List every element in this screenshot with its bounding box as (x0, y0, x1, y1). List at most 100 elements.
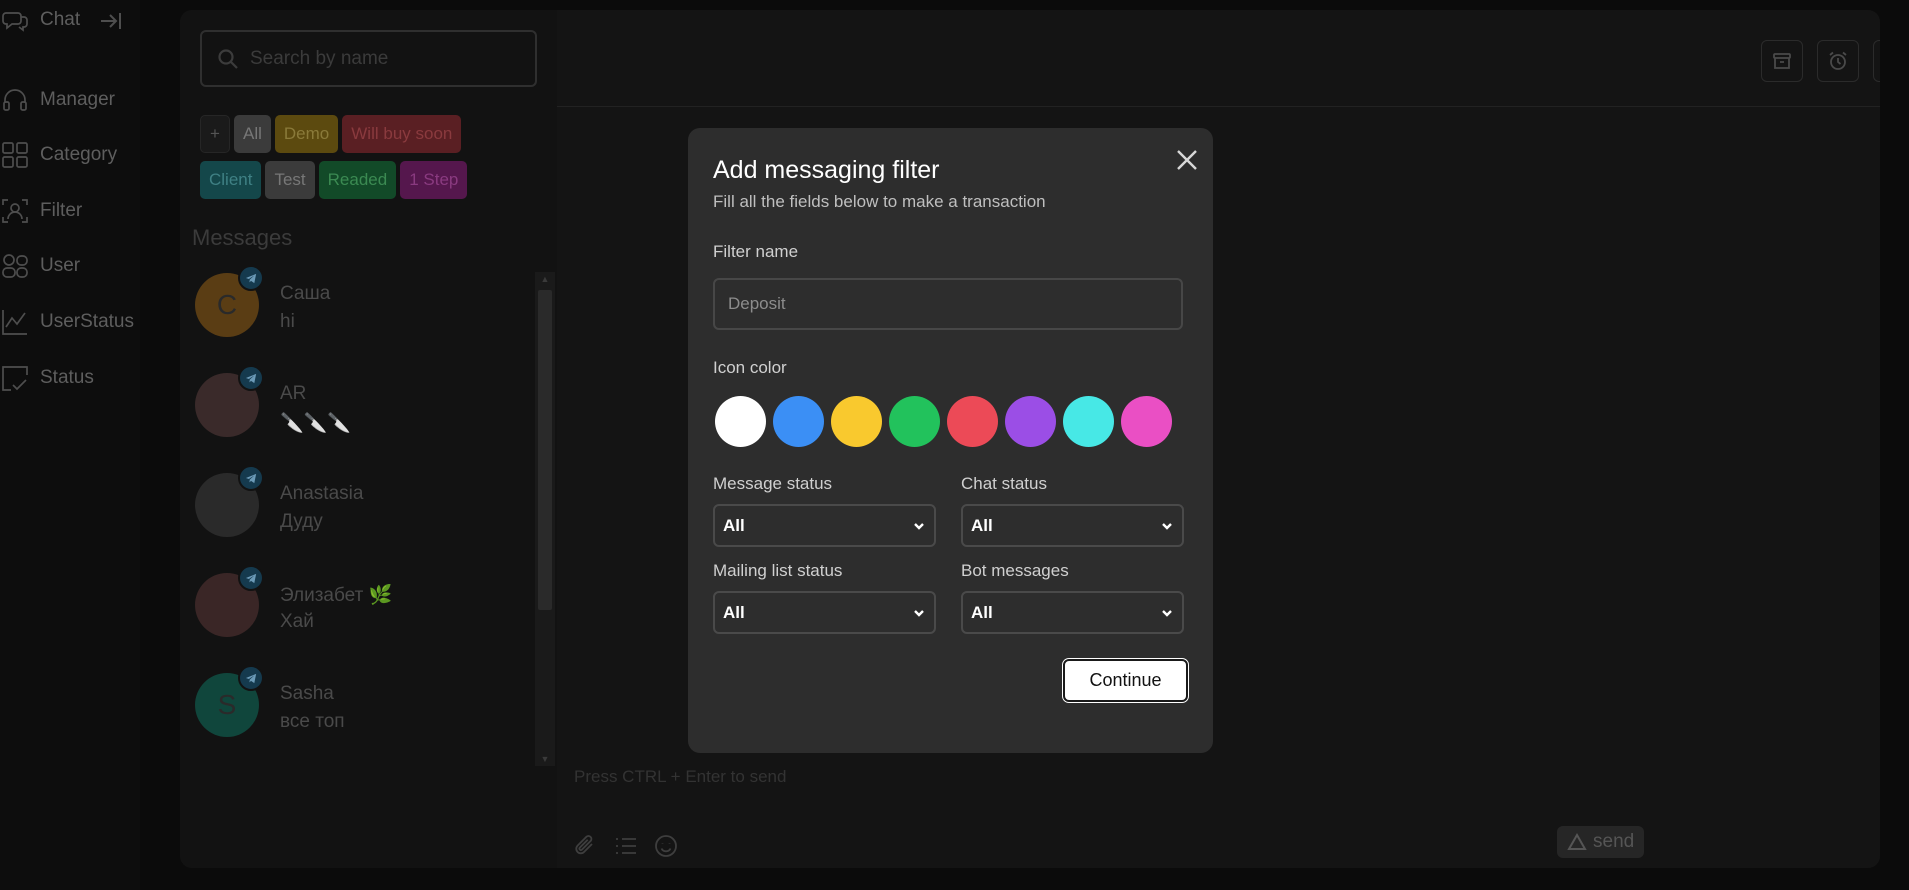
chat-status-value: All (971, 515, 993, 535)
alarm-clock-icon (1829, 51, 1847, 70)
scroll-up-arrow-icon[interactable]: ▲ (540, 274, 550, 284)
search-input[interactable] (250, 47, 510, 70)
tag-test[interactable]: Test (265, 161, 315, 199)
chat-list-item[interactable]: S Sasha все топ (180, 660, 533, 760)
header-divider (557, 106, 1880, 107)
chat-preview: 🔪🔪🔪 (280, 413, 351, 434)
chat-preview: hi (280, 311, 295, 332)
chat-list-item[interactable]: Элизабет 🌿 Хай (180, 560, 533, 660)
emoji-icon[interactable] (652, 832, 680, 860)
mailing-status-label: Mailing list status (713, 561, 843, 580)
telegram-badge (238, 665, 264, 691)
telegram-icon (245, 573, 256, 583)
chat-list-item[interactable]: Anastasia Дуду (180, 460, 533, 560)
users-icon (2, 254, 28, 278)
chat-list-item[interactable]: С Саша hi (180, 260, 533, 360)
paperclip-icon[interactable] (572, 832, 600, 860)
message-status-label: Message status (713, 474, 833, 493)
chat-list-scrollbar[interactable]: ▲ ▼ (535, 272, 555, 766)
messages-heading: Messages (192, 225, 293, 250)
color-swatch-purple[interactable] (1005, 396, 1056, 447)
avatar-initial: S (217, 689, 237, 720)
collapse-nav-button[interactable] (98, 8, 124, 39)
color-swatch-red[interactable] (947, 396, 998, 447)
tag-client[interactable]: Client (200, 161, 262, 199)
filter-name-input[interactable] (713, 278, 1183, 330)
nav-filter-label: Filter (40, 200, 83, 221)
tag-1-step[interactable]: 1 Step (400, 161, 468, 199)
telegram-badge (238, 265, 264, 291)
add-tag-button[interactable]: + (200, 115, 230, 153)
tag-demo[interactable]: Demo (274, 115, 339, 153)
grid-icon (2, 142, 28, 168)
nav-category-label: Category (40, 144, 118, 165)
nav-manager[interactable]: Manager (0, 82, 115, 118)
icon-color-picker (715, 396, 1172, 447)
headphones-icon (3, 89, 27, 111)
message-status-select[interactable]: All (713, 504, 936, 547)
nav-status[interactable]: Status (0, 360, 94, 396)
alarm-button[interactable] (1817, 40, 1859, 82)
side-nav: Chat Manager Category Filter User UserSt… (0, 0, 140, 890)
telegram-badge (238, 365, 264, 391)
nav-filter[interactable]: Filter (0, 193, 82, 229)
user-filter-icon (2, 199, 28, 223)
color-swatch-cyan[interactable] (1063, 396, 1114, 447)
filter-name-label: Filter name (713, 242, 799, 261)
color-swatch-yellow[interactable] (831, 396, 882, 447)
nav-user[interactable]: User (0, 248, 80, 284)
send-button[interactable]: send (1557, 826, 1645, 858)
mailing-status-value: All (723, 602, 745, 622)
color-swatch-blue[interactable] (773, 396, 824, 447)
telegram-badge (238, 465, 264, 491)
chat-status-label: Chat status (961, 474, 1047, 493)
list-icon[interactable] (612, 832, 640, 860)
nav-userstatus-label: UserStatus (40, 311, 134, 332)
continue-button[interactable]: Continue (1063, 659, 1188, 702)
mailing-status-select[interactable]: All (713, 591, 936, 634)
nav-userstatus[interactable]: UserStatus (0, 304, 134, 340)
tag-filter-bar: + All Demo Will buy soon Client Test Rea… (200, 115, 520, 199)
tag-all[interactable]: All (234, 115, 271, 153)
chat-list-item[interactable]: AR 🔪🔪🔪 (180, 360, 533, 460)
bot-messages-select[interactable]: All (961, 591, 1184, 634)
color-swatch-white[interactable] (715, 396, 766, 447)
chevron-down-icon (914, 522, 924, 530)
telegram-icon (245, 273, 256, 283)
chevron-down-icon (914, 609, 924, 617)
search-box[interactable] (200, 30, 537, 87)
archive-button[interactable] (1761, 40, 1803, 82)
tag-readed[interactable]: Readed (318, 161, 397, 199)
telegram-icon (245, 373, 256, 383)
status-check-icon (2, 366, 28, 391)
bot-messages-value: All (971, 602, 993, 622)
chat-name: AR (280, 383, 307, 404)
chevron-down-icon (1162, 522, 1172, 530)
scroll-down-arrow-icon[interactable]: ▼ (540, 754, 550, 764)
settings-button[interactable] (1873, 40, 1880, 82)
nav-chat-label: Chat (40, 9, 81, 30)
nav-category[interactable]: Category (0, 137, 117, 173)
message-composer-placeholder[interactable]: Press CTRL + Enter to send (574, 767, 786, 787)
modal-title: Add messaging filter (713, 156, 940, 184)
color-swatch-pink[interactable] (1121, 396, 1172, 447)
color-swatch-green[interactable] (889, 396, 940, 447)
chat-list: С Саша hi AR 🔪🔪🔪 Anastasia Дуду Элизабет… (180, 260, 533, 760)
close-button[interactable] (1171, 145, 1203, 177)
chat-name: Элизабет 🌿 (280, 585, 393, 606)
scrollbar-thumb[interactable] (538, 290, 552, 610)
chat-name: Sasha (280, 683, 334, 704)
tag-will-buy-soon[interactable]: Will buy soon (342, 115, 462, 153)
close-icon (1177, 149, 1197, 170)
telegram-icon (245, 473, 256, 483)
bot-messages-label: Bot messages (961, 561, 1069, 580)
collapse-arrow-icon (101, 13, 121, 29)
add-filter-modal: Add messaging filter Fill all the fields… (688, 128, 1213, 753)
telegram-badge (238, 565, 264, 591)
message-status-value: All (723, 515, 745, 535)
nav-manager-label: Manager (40, 89, 115, 110)
nav-chat[interactable]: Chat (0, 2, 80, 38)
chat-preview: все топ (280, 711, 345, 732)
modal-subtitle: Fill all the fields below to make a tran… (713, 192, 1046, 211)
chat-status-select[interactable]: All (961, 504, 1184, 547)
